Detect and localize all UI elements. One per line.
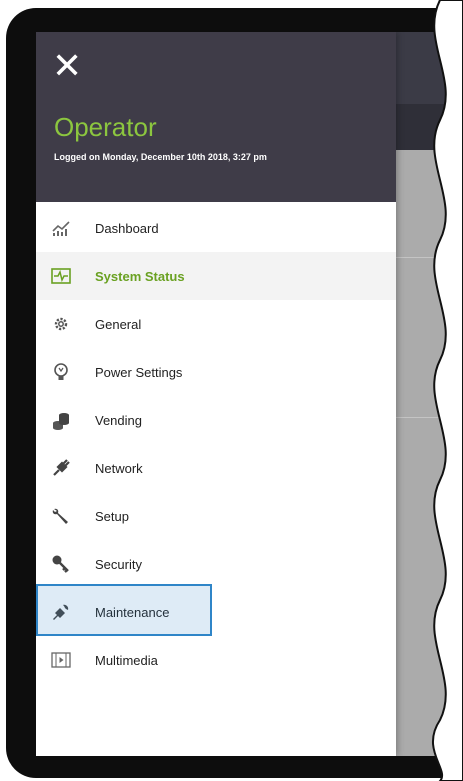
menu-label: Power Settings <box>95 364 183 380</box>
menu-label: General <box>95 316 142 332</box>
menu-item-system-status[interactable]: System Status <box>36 252 396 300</box>
user-role: Operator <box>54 112 157 142</box>
menu-label: Vending <box>95 412 142 428</box>
bulb-icon <box>50 361 72 383</box>
drawer-menu: Dashboard System Status General Power Se… <box>36 204 396 684</box>
coins-icon <box>50 409 72 431</box>
key-icon <box>50 553 72 575</box>
wrench-icon <box>50 505 72 527</box>
chart-icon <box>50 217 72 239</box>
menu-label: Network <box>95 460 143 476</box>
pulse-icon <box>50 265 72 287</box>
close-icon[interactable]: ✕ <box>52 49 86 85</box>
torn-edge-decoration <box>432 0 463 781</box>
menu-item-maintenance[interactable]: Maintenance <box>36 588 396 636</box>
menu-label: Dashboard <box>95 220 159 236</box>
menu-item-power-settings[interactable]: Power Settings <box>36 348 396 396</box>
device-screen: ✕ Operator Logged on Monday, December 10… <box>36 32 463 756</box>
plug-icon <box>50 457 72 479</box>
film-icon <box>50 649 72 671</box>
menu-label: Multimedia <box>95 652 158 668</box>
menu-label: Maintenance <box>95 604 170 620</box>
plug-wrench-icon <box>50 601 72 623</box>
menu-label: System Status <box>95 268 185 284</box>
gear-icon <box>50 313 72 335</box>
drawer-header: ✕ Operator Logged on Monday, December 10… <box>36 32 396 202</box>
menu-label: Setup <box>95 508 129 524</box>
menu-item-dashboard[interactable]: Dashboard <box>36 204 396 252</box>
menu-item-multimedia[interactable]: Multimedia <box>36 636 396 684</box>
menu-item-vending[interactable]: Vending <box>36 396 396 444</box>
login-info: Logged on Monday, December 10th 2018, 3:… <box>54 152 267 162</box>
menu-item-network[interactable]: Network <box>36 444 396 492</box>
menu-item-setup[interactable]: Setup <box>36 492 396 540</box>
navigation-drawer: ✕ Operator Logged on Monday, December 10… <box>36 32 396 756</box>
menu-item-security[interactable]: Security <box>36 540 396 588</box>
menu-item-general[interactable]: General <box>36 300 396 348</box>
menu-label: Security <box>95 556 142 572</box>
